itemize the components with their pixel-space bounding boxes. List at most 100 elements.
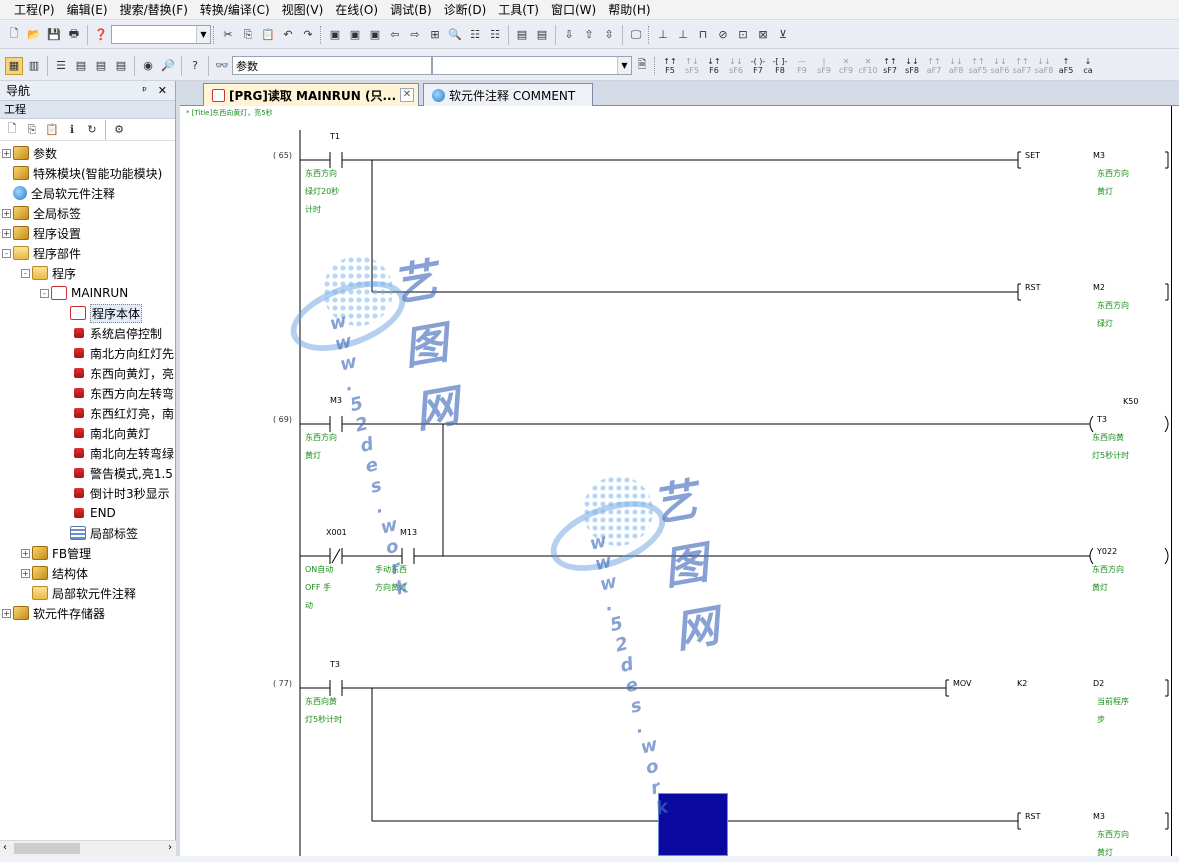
ladder-symbol-button[interactable]: ↓↓ sF8 bbox=[901, 57, 923, 75]
menu-item[interactable]: 调试(B) bbox=[384, 0, 438, 20]
find-icon[interactable]: 🔍 bbox=[446, 26, 464, 44]
menu-item[interactable]: 搜索/替换(F) bbox=[114, 0, 194, 20]
ladder-symbol-button[interactable]: ↑↑ saF5 bbox=[967, 57, 989, 75]
menu-item[interactable]: 编辑(E) bbox=[61, 0, 114, 20]
new-data-icon[interactable]: 🗋 bbox=[3, 121, 21, 139]
cut-icon[interactable]: ✂ bbox=[219, 26, 237, 44]
ladder-symbol-button[interactable]: ↓↓ saF8 bbox=[1033, 57, 1055, 75]
tree-item[interactable]: 东西红灯亮，南 bbox=[59, 403, 174, 423]
options-icon[interactable]: ⚙ bbox=[110, 121, 128, 139]
paste-data-icon[interactable]: 📋 bbox=[43, 121, 61, 139]
refresh-icon[interactable]: ↻ bbox=[83, 121, 101, 139]
ladder-tool-1-icon[interactable]: ⊥ bbox=[654, 26, 672, 44]
ladder-symbol-button[interactable]: -[ ]- F8 bbox=[769, 57, 791, 75]
tree-item[interactable]: 南北向黄灯 bbox=[59, 423, 150, 443]
paste-icon[interactable]: 📋 bbox=[259, 26, 277, 44]
ladder-tool-5-icon[interactable]: ⊡ bbox=[734, 26, 752, 44]
navigation-toggle-icon[interactable]: ▦ bbox=[5, 56, 23, 75]
tree-item[interactable]: + FB管理 bbox=[21, 543, 91, 563]
cross-ref-icon[interactable]: ⊞ bbox=[426, 26, 444, 44]
scroll-right-icon[interactable]: › bbox=[168, 842, 172, 853]
tree-item[interactable]: + 结构体 bbox=[21, 563, 88, 583]
ladder-symbol-button[interactable]: | sF9 bbox=[813, 57, 835, 75]
tree-item[interactable]: + 参数 bbox=[2, 143, 57, 163]
ladder-symbol-button[interactable]: ✕ cF10 bbox=[857, 57, 879, 75]
ladder-symbol-button[interactable]: — F9 bbox=[791, 57, 813, 75]
ladder-tool-4-icon[interactable]: ⊘ bbox=[714, 26, 732, 44]
menu-item[interactable]: 诊断(D) bbox=[438, 0, 493, 20]
tree-item[interactable]: END bbox=[59, 503, 116, 523]
expand-icon[interactable]: + bbox=[2, 208, 11, 218]
page-setup-icon[interactable]: 🗎 bbox=[633, 57, 651, 75]
partner-icon[interactable]: ▥ bbox=[25, 57, 43, 75]
menu-item[interactable]: 帮助(H) bbox=[602, 0, 656, 20]
help-topic-icon[interactable]: ? bbox=[186, 57, 204, 75]
view-icon[interactable]: ◉ bbox=[139, 57, 157, 75]
expand-icon[interactable]: + bbox=[21, 568, 30, 578]
list-view-icon[interactable]: ☰ bbox=[52, 57, 70, 75]
tree-item[interactable]: 全局软元件注释 bbox=[2, 183, 115, 203]
ladder-symbol-button[interactable]: ↓↑ F6 bbox=[703, 57, 725, 75]
device-search-icon[interactable]: ▣ bbox=[326, 26, 344, 44]
ladder-editor[interactable]: * [Title]东西向黄灯，亮5秒 ( 65) ( 69) ( 77) T1 东… bbox=[180, 106, 1179, 857]
menu-item[interactable]: 在线(O) bbox=[329, 0, 384, 20]
ladder-symbol-button[interactable]: ✕ cF9 bbox=[835, 57, 857, 75]
ladder-symbol-button[interactable]: ↓↓ saF6 bbox=[989, 57, 1011, 75]
copy-icon[interactable]: ⎘ bbox=[239, 26, 257, 44]
collapse-icon[interactable]: - bbox=[21, 268, 30, 278]
ladder-tool-7-icon[interactable]: ⊻ bbox=[774, 26, 792, 44]
tab-device-comment[interactable]: 软元件注释 COMMENT bbox=[423, 83, 593, 106]
pin-icon[interactable]: ᵖ bbox=[142, 84, 147, 97]
redo-icon[interactable]: ↷ bbox=[299, 26, 317, 44]
navigation-horizontal-scrollbar[interactable]: ‹ › bbox=[0, 840, 176, 856]
tree-item[interactable]: + 全局标签 bbox=[2, 203, 81, 223]
monitor-icon[interactable]: 🖵 bbox=[627, 26, 645, 44]
menu-item[interactable]: 工程(P) bbox=[8, 0, 61, 20]
dev-comment2-icon[interactable]: ▤ bbox=[92, 57, 110, 75]
menu-item[interactable]: 转换/编译(C) bbox=[194, 0, 276, 20]
scroll-left-icon[interactable]: ‹ bbox=[3, 842, 7, 853]
dev-test-icon[interactable]: ▤ bbox=[533, 26, 551, 44]
tree-item[interactable]: 局部标签 bbox=[59, 523, 138, 543]
tree-item[interactable]: - MAINRUN bbox=[40, 283, 128, 303]
tree-item[interactable]: - 程序 bbox=[21, 263, 76, 283]
close-tab-icon[interactable]: ✕ bbox=[400, 88, 414, 102]
ladder-symbol-button[interactable]: -( )- F7 bbox=[747, 57, 769, 75]
tree-item[interactable]: 系统启停控制 bbox=[59, 323, 162, 343]
expand-icon[interactable]: + bbox=[21, 548, 30, 558]
ladder-symbol-button[interactable]: ↓↓ sF6 bbox=[725, 57, 747, 75]
jump-next-icon[interactable]: ⇨ bbox=[406, 26, 424, 44]
ladder-symbol-button[interactable]: ↑↑ saF7 bbox=[1011, 57, 1033, 75]
ladder-symbol-button[interactable]: ↑ aF5 bbox=[1055, 57, 1077, 75]
tree-item[interactable]: 南北向左转弯绿 bbox=[59, 443, 174, 463]
project-item-combo[interactable]: 参数 bbox=[232, 56, 432, 75]
verify-plc-icon[interactable]: ⇳ bbox=[600, 26, 618, 44]
ladder-symbol-button[interactable]: ↑↑ sF7 bbox=[879, 57, 901, 75]
ladder-tool-6-icon[interactable]: ⊠ bbox=[754, 26, 772, 44]
tree-item[interactable]: - 程序部件 bbox=[2, 243, 81, 263]
tree-item[interactable]: 倒计时3秒显示 bbox=[59, 483, 170, 503]
list2-icon[interactable]: ☷ bbox=[486, 26, 504, 44]
ladder-symbol-button[interactable]: ↑↑ aF7 bbox=[923, 57, 945, 75]
list-icon[interactable]: ☷ bbox=[466, 26, 484, 44]
copy-data-icon[interactable]: ⎘ bbox=[23, 121, 41, 139]
tree-item[interactable]: 特殊模块(智能功能模块) bbox=[2, 163, 162, 183]
jump-prev-icon[interactable]: ⇦ bbox=[386, 26, 404, 44]
ladder-tool-2-icon[interactable]: ⊥ bbox=[674, 26, 692, 44]
tree-item[interactable]: 警告模式,亮1.5 bbox=[59, 463, 173, 483]
tree-item[interactable]: 东西方向左转弯 bbox=[59, 383, 174, 403]
open-icon[interactable]: 📂 bbox=[25, 26, 43, 44]
tree-item[interactable]: 南北方向红灯先 bbox=[59, 343, 174, 363]
read-plc-icon[interactable]: ⇧ bbox=[580, 26, 598, 44]
ladder-tool-3-icon[interactable]: ⊓ bbox=[694, 26, 712, 44]
tree-item[interactable]: 东西向黄灯，亮 bbox=[59, 363, 174, 383]
close-pane-icon[interactable]: ✕ bbox=[158, 84, 167, 97]
help-icon[interactable]: ❓ bbox=[92, 26, 110, 44]
new-icon[interactable]: 🗋 bbox=[5, 26, 23, 44]
tree-item[interactable]: 局部软元件注释 bbox=[21, 583, 136, 603]
undo-icon[interactable]: ↶ bbox=[279, 26, 297, 44]
dev-comment-icon[interactable]: ▤ bbox=[72, 57, 90, 75]
tree-item[interactable]: 程序本体 bbox=[59, 303, 143, 323]
program-select-combo[interactable]: ▼ bbox=[432, 56, 632, 75]
tree-item[interactable]: + 软元件存储器 bbox=[2, 603, 105, 623]
